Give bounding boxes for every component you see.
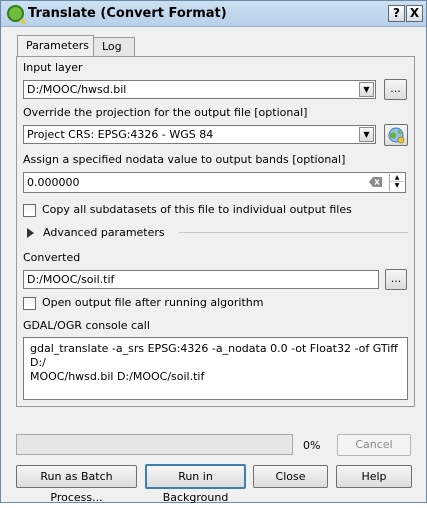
globe-icon [388,127,405,144]
cancel-button[interactable]: Cancel [337,434,411,456]
nodata-label: Assign a specified nodata value to outpu… [23,153,346,166]
input-layer-browse-button[interactable]: ... [384,79,407,100]
projection-value: Project CRS: EPSG:4326 - WGS 84 [27,128,214,141]
title-bar[interactable]: Translate (Convert Format) ? X [1,1,426,27]
copy-subdatasets-checkbox[interactable] [23,204,36,217]
chevron-down-icon[interactable]: ▼ [359,127,374,142]
console-call-textarea[interactable]: gdal_translate -a_srs EPSG:4326 -a_nodat… [23,337,408,400]
crs-select-button[interactable] [384,124,408,146]
copy-subdatasets-label: Copy all subdatasets of this file to ind… [42,203,352,216]
console-line-2: MOOC/hwsd.bil D:/MOOC/soil.tif [30,370,205,383]
run-batch-button[interactable]: Run as Batch Process... [16,465,137,504]
advanced-parameters-label: Advanced parameters [43,226,165,239]
progress-percent: 0% [303,439,321,452]
converted-label: Converted [23,251,81,264]
dialog-window: Translate (Convert Format) ? X Parameter… [0,0,427,504]
converted-browse-button[interactable]: ... [385,269,407,290]
spin-down-icon[interactable]: ▼ [390,182,404,190]
converted-path-value: D:/MOOC/soil.tif [27,273,115,286]
projection-combo[interactable]: Project CRS: EPSG:4326 - WGS 84 ▼ [23,125,376,144]
help-question-button[interactable]: ? [388,5,405,22]
console-call-label: GDAL/OGR console call [23,319,150,332]
qgis-logo-icon [7,5,24,22]
input-layer-combo[interactable]: D:/MOOC/hwsd.bil ▼ [23,80,376,99]
converted-path-input[interactable]: D:/MOOC/soil.tif [23,270,379,289]
input-layer-label: Input layer [23,61,83,74]
console-line-1: gdal_translate -a_srs EPSG:4326 -a_nodat… [30,342,398,369]
tab-log[interactable]: Log [93,37,135,56]
advanced-parameters-toggle[interactable]: Advanced parameters [27,225,227,241]
close-window-button[interactable]: X [406,5,423,22]
section-divider [179,232,408,233]
nodata-spinbox[interactable]: 0.000000 ▲ ▼ [23,172,406,193]
clear-icon[interactable] [369,177,383,187]
tab-parameters[interactable]: Parameters [17,35,94,56]
open-output-checkbox[interactable] [23,297,36,310]
override-projection-label: Override the projection for the output f… [23,106,308,119]
run-background-button[interactable]: Run in Background [145,464,246,504]
chevron-down-icon[interactable]: ▼ [359,82,374,97]
input-layer-value: D:/MOOC/hwsd.bil [27,83,127,96]
spin-up-icon[interactable]: ▲ [390,174,404,182]
help-button[interactable]: Help [336,465,412,488]
expand-arrow-icon [27,228,34,238]
nodata-value: 0.000000 [27,176,80,189]
open-output-label: Open output file after running algorithm [42,296,264,309]
close-button[interactable]: Close [253,465,328,488]
progress-bar [16,434,293,455]
window-title: Translate (Convert Format) [28,6,227,21]
parameters-panel: Input layer D:/MOOC/hwsd.bil ▼ ... Overr… [16,56,415,407]
spin-buttons: ▲ ▼ [389,174,404,191]
